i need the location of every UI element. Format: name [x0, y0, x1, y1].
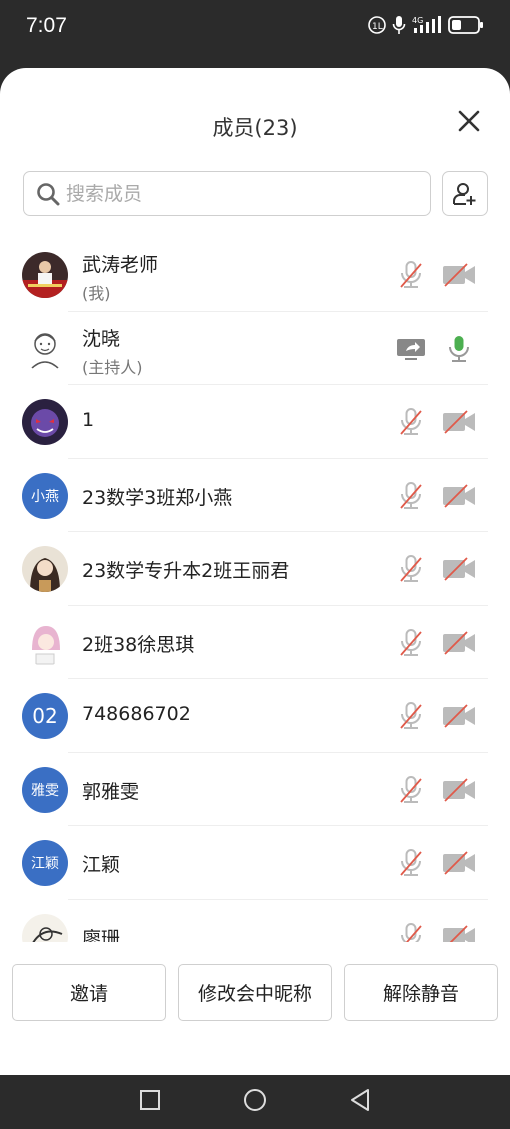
camera-off-icon[interactable]	[442, 405, 476, 439]
battery-icon	[448, 16, 483, 34]
mic-muted-icon[interactable]	[394, 258, 428, 292]
action-bar: 邀请 修改会中昵称 解除静音	[0, 964, 510, 1022]
member-name: 1	[82, 409, 95, 431]
member-role: (主持人)	[82, 357, 143, 377]
square-icon	[140, 1090, 160, 1110]
avatar	[22, 913, 68, 942]
member-status-icons	[394, 332, 476, 366]
add-member-button[interactable]	[442, 171, 488, 216]
unmute-all-button[interactable]: 解除静音	[344, 964, 498, 1021]
camera-off-icon[interactable]	[442, 699, 476, 733]
member-status-icons	[394, 626, 476, 660]
status-bar: 7:07 1L 4G	[0, 0, 510, 56]
svg-text:4G: 4G	[412, 16, 423, 25]
avatar	[22, 619, 68, 666]
member-name: 748686702	[82, 703, 191, 725]
mic-status-icon	[392, 16, 406, 34]
member-status-icons	[394, 920, 476, 942]
member-row[interactable]: 02 748686702	[0, 679, 510, 753]
screen-share-icon[interactable]	[394, 332, 428, 366]
avatar	[22, 546, 68, 592]
back-button[interactable]	[349, 1088, 371, 1116]
member-name: 23数学3班郑小燕	[82, 486, 233, 509]
camera-off-icon[interactable]	[442, 773, 476, 807]
search-input[interactable]	[66, 182, 386, 205]
member-status-icons	[394, 405, 476, 439]
avatar: 02	[22, 693, 68, 739]
mic-muted-icon[interactable]	[394, 626, 428, 660]
signal-icon: 4G	[412, 16, 441, 33]
camera-off-icon[interactable]	[442, 479, 476, 513]
camera-off-icon[interactable]	[442, 846, 476, 880]
member-row[interactable]: 23数学专升本2班王丽君	[0, 532, 510, 606]
member-status-icons	[394, 479, 476, 513]
mic-muted-icon[interactable]	[394, 552, 428, 586]
camera-off-icon[interactable]	[442, 258, 476, 292]
member-row[interactable]: 1	[0, 385, 510, 459]
member-name: 江颖	[82, 854, 121, 876]
close-icon	[458, 110, 480, 132]
member-row[interactable]: 江颖 江颖	[0, 826, 510, 900]
members-sheet: 成员(23) 武涛老师 (我) 沈晓 (主	[0, 68, 510, 1075]
member-row[interactable]: 小燕 23数学3班郑小燕	[0, 459, 510, 532]
status-time: 7:07	[26, 14, 67, 37]
member-row[interactable]: 2班38徐思琪	[0, 606, 510, 679]
mic-muted-icon[interactable]	[394, 479, 428, 513]
member-name: 23数学专升本2班王丽君	[82, 560, 290, 582]
member-row[interactable]: 沈晓 (主持人)	[0, 312, 510, 385]
member-name: 2班38徐思琪	[82, 633, 195, 656]
member-status-icons	[394, 552, 476, 586]
close-button[interactable]	[458, 110, 480, 132]
circle-icon	[244, 1089, 266, 1111]
camera-off-icon[interactable]	[442, 626, 476, 660]
member-status-icons	[394, 699, 476, 733]
mic-muted-icon[interactable]	[394, 846, 428, 880]
home-button[interactable]	[243, 1088, 267, 1116]
triangle-back-icon	[351, 1089, 369, 1111]
member-row[interactable]: 雅雯 郭雅雯	[0, 753, 510, 826]
members-title: 成员(23)	[212, 116, 298, 140]
avatar: 江颖	[22, 840, 68, 886]
recents-button[interactable]	[139, 1089, 161, 1115]
member-name: 武涛老师	[82, 254, 159, 276]
avatar: 雅雯	[22, 766, 68, 813]
mic-muted-icon[interactable]	[394, 699, 428, 733]
mic-muted-icon[interactable]	[394, 773, 428, 807]
camera-off-icon[interactable]	[442, 552, 476, 586]
member-name: 廖珊	[82, 927, 121, 943]
rename-button[interactable]: 修改会中昵称	[178, 964, 332, 1021]
mic-muted-icon[interactable]	[394, 405, 428, 439]
member-name: 沈晓	[82, 327, 121, 350]
member-status-icons	[394, 773, 476, 807]
member-row[interactable]: 廖珊	[0, 900, 510, 943]
status-icons: 1L 4G	[368, 15, 484, 35]
member-role: (我)	[82, 284, 111, 303]
system-nav-bar	[0, 1075, 510, 1129]
add-user-icon	[453, 182, 476, 205]
avatar	[22, 325, 68, 372]
svg-text:1L: 1L	[372, 22, 383, 32]
avatar: 小燕	[22, 472, 68, 519]
search-box[interactable]	[23, 171, 431, 216]
avatar	[22, 399, 68, 445]
mic-on-icon[interactable]	[442, 332, 476, 366]
mic-muted-icon[interactable]	[394, 920, 428, 942]
member-row[interactable]: 武涛老师 (我)	[0, 238, 510, 312]
invite-button[interactable]: 邀请	[12, 964, 166, 1021]
member-name: 郭雅雯	[82, 780, 140, 803]
member-status-icons	[394, 846, 476, 880]
avatar	[22, 252, 68, 298]
member-list: 武涛老师 (我) 沈晓 (主持人) 1 小燕 23数学3班郑小燕 23数学专升本…	[0, 238, 510, 942]
camera-off-icon[interactable]	[442, 920, 476, 942]
member-status-icons	[394, 258, 476, 292]
hd-call-icon: 1L	[368, 16, 386, 34]
search-icon	[37, 182, 60, 205]
